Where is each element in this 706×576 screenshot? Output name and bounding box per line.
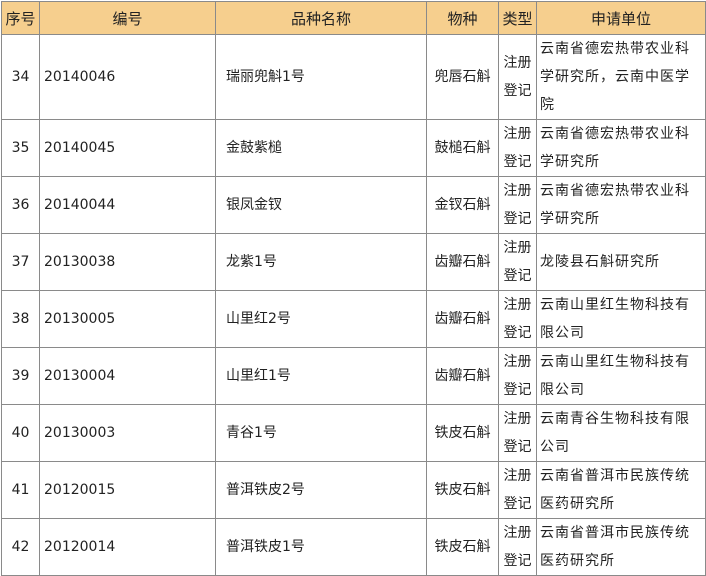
table-row: 41 20120015 普洱铁皮2号 铁皮石斛 注册登记 云南省普洱市民族传统医… xyxy=(1,461,706,519)
cell-type: 注册登记 xyxy=(498,518,537,576)
cell-unit: 云南省德宏热带农业科学研究所 xyxy=(536,176,706,234)
cell-type: 注册登记 xyxy=(498,290,537,348)
cell-index: 35 xyxy=(1,119,40,177)
cell-index: 42 xyxy=(1,518,40,576)
table-row: 34 20140046 瑞丽兜斛1号 兜唇石斛 注册登记 云南省德宏热带农业科学… xyxy=(1,34,706,120)
header-type: 类型 xyxy=(498,1,537,35)
cell-index: 39 xyxy=(1,347,40,405)
cell-code: 20120014 xyxy=(39,518,216,576)
table-row: 39 20130004 山里红1号 齿瓣石斛 注册登记 云南山里红生物科技有限公… xyxy=(1,347,706,405)
cell-name: 金鼓紫槌 xyxy=(215,119,427,177)
cell-unit: 云南山里红生物科技有限公司 xyxy=(536,290,706,348)
cell-code: 20130004 xyxy=(39,347,216,405)
cell-code: 20140045 xyxy=(39,119,216,177)
cell-code: 20130005 xyxy=(39,290,216,348)
cell-name: 龙紫1号 xyxy=(215,233,427,291)
table-body: 34 20140046 瑞丽兜斛1号 兜唇石斛 注册登记 云南省德宏热带农业科学… xyxy=(1,34,706,576)
cell-name: 普洱铁皮1号 xyxy=(215,518,427,576)
cell-type: 注册登记 xyxy=(498,404,537,462)
table-row: 38 20130005 山里红2号 齿瓣石斛 注册登记 云南山里红生物科技有限公… xyxy=(1,290,706,348)
cell-species: 鼓槌石斛 xyxy=(426,119,499,177)
cell-code: 20120015 xyxy=(39,461,216,519)
cell-species: 铁皮石斛 xyxy=(426,404,499,462)
cell-species: 铁皮石斛 xyxy=(426,461,499,519)
variety-registration-table: 序号 编号 品种名称 物种 类型 申请单位 34 20140046 瑞丽兜斛1号… xyxy=(1,1,706,576)
header-code: 编号 xyxy=(39,1,216,35)
cell-code: 20140044 xyxy=(39,176,216,234)
cell-type: 注册登记 xyxy=(498,176,537,234)
cell-species: 铁皮石斛 xyxy=(426,518,499,576)
cell-code: 20130003 xyxy=(39,404,216,462)
header-name: 品种名称 xyxy=(215,1,427,35)
cell-unit: 云南青谷生物科技有限公司 xyxy=(536,404,706,462)
cell-name: 青谷1号 xyxy=(215,404,427,462)
cell-index: 36 xyxy=(1,176,40,234)
cell-index: 40 xyxy=(1,404,40,462)
cell-index: 41 xyxy=(1,461,40,519)
cell-type: 注册登记 xyxy=(498,233,537,291)
header-row: 序号 编号 品种名称 物种 类型 申请单位 xyxy=(1,1,706,35)
cell-type: 注册登记 xyxy=(498,461,537,519)
cell-type: 注册登记 xyxy=(498,34,537,120)
table-row: 40 20130003 青谷1号 铁皮石斛 注册登记 云南青谷生物科技有限公司 xyxy=(1,404,706,462)
table-row: 36 20140044 银凤金钗 金钗石斛 注册登记 云南省德宏热带农业科学研究… xyxy=(1,176,706,234)
header-index: 序号 xyxy=(1,1,40,35)
cell-unit: 云南山里红生物科技有限公司 xyxy=(536,347,706,405)
cell-index: 34 xyxy=(1,34,40,120)
cell-type: 注册登记 xyxy=(498,347,537,405)
header-unit: 申请单位 xyxy=(536,1,706,35)
cell-species: 齿瓣石斛 xyxy=(426,347,499,405)
cell-name: 山里红1号 xyxy=(215,347,427,405)
table-row: 35 20140045 金鼓紫槌 鼓槌石斛 注册登记 云南省德宏热带农业科学研究… xyxy=(1,119,706,177)
cell-unit: 龙陵县石斛研究所 xyxy=(536,233,706,291)
cell-code: 20130038 xyxy=(39,233,216,291)
table-row: 42 20120014 普洱铁皮1号 铁皮石斛 注册登记 云南省普洱市民族传统医… xyxy=(1,518,706,576)
cell-unit: 云南省德宏热带农业科学研究所 xyxy=(536,119,706,177)
cell-name: 银凤金钗 xyxy=(215,176,427,234)
cell-unit: 云南省德宏热带农业科学研究所，云南中医学院 xyxy=(536,34,706,120)
table-row: 37 20130038 龙紫1号 齿瓣石斛 注册登记 龙陵县石斛研究所 xyxy=(1,233,706,291)
cell-species: 金钗石斛 xyxy=(426,176,499,234)
cell-code: 20140046 xyxy=(39,34,216,120)
cell-species: 齿瓣石斛 xyxy=(426,290,499,348)
cell-species: 兜唇石斛 xyxy=(426,34,499,120)
cell-name: 山里红2号 xyxy=(215,290,427,348)
header-species: 物种 xyxy=(426,1,499,35)
table-header: 序号 编号 品种名称 物种 类型 申请单位 xyxy=(1,1,706,35)
cell-species: 齿瓣石斛 xyxy=(426,233,499,291)
cell-index: 37 xyxy=(1,233,40,291)
cell-index: 38 xyxy=(1,290,40,348)
cell-unit: 云南省普洱市民族传统医药研究所 xyxy=(536,461,706,519)
cell-name: 普洱铁皮2号 xyxy=(215,461,427,519)
cell-name: 瑞丽兜斛1号 xyxy=(215,34,427,120)
cell-type: 注册登记 xyxy=(498,119,537,177)
cell-unit: 云南省普洱市民族传统医药研究所 xyxy=(536,518,706,576)
